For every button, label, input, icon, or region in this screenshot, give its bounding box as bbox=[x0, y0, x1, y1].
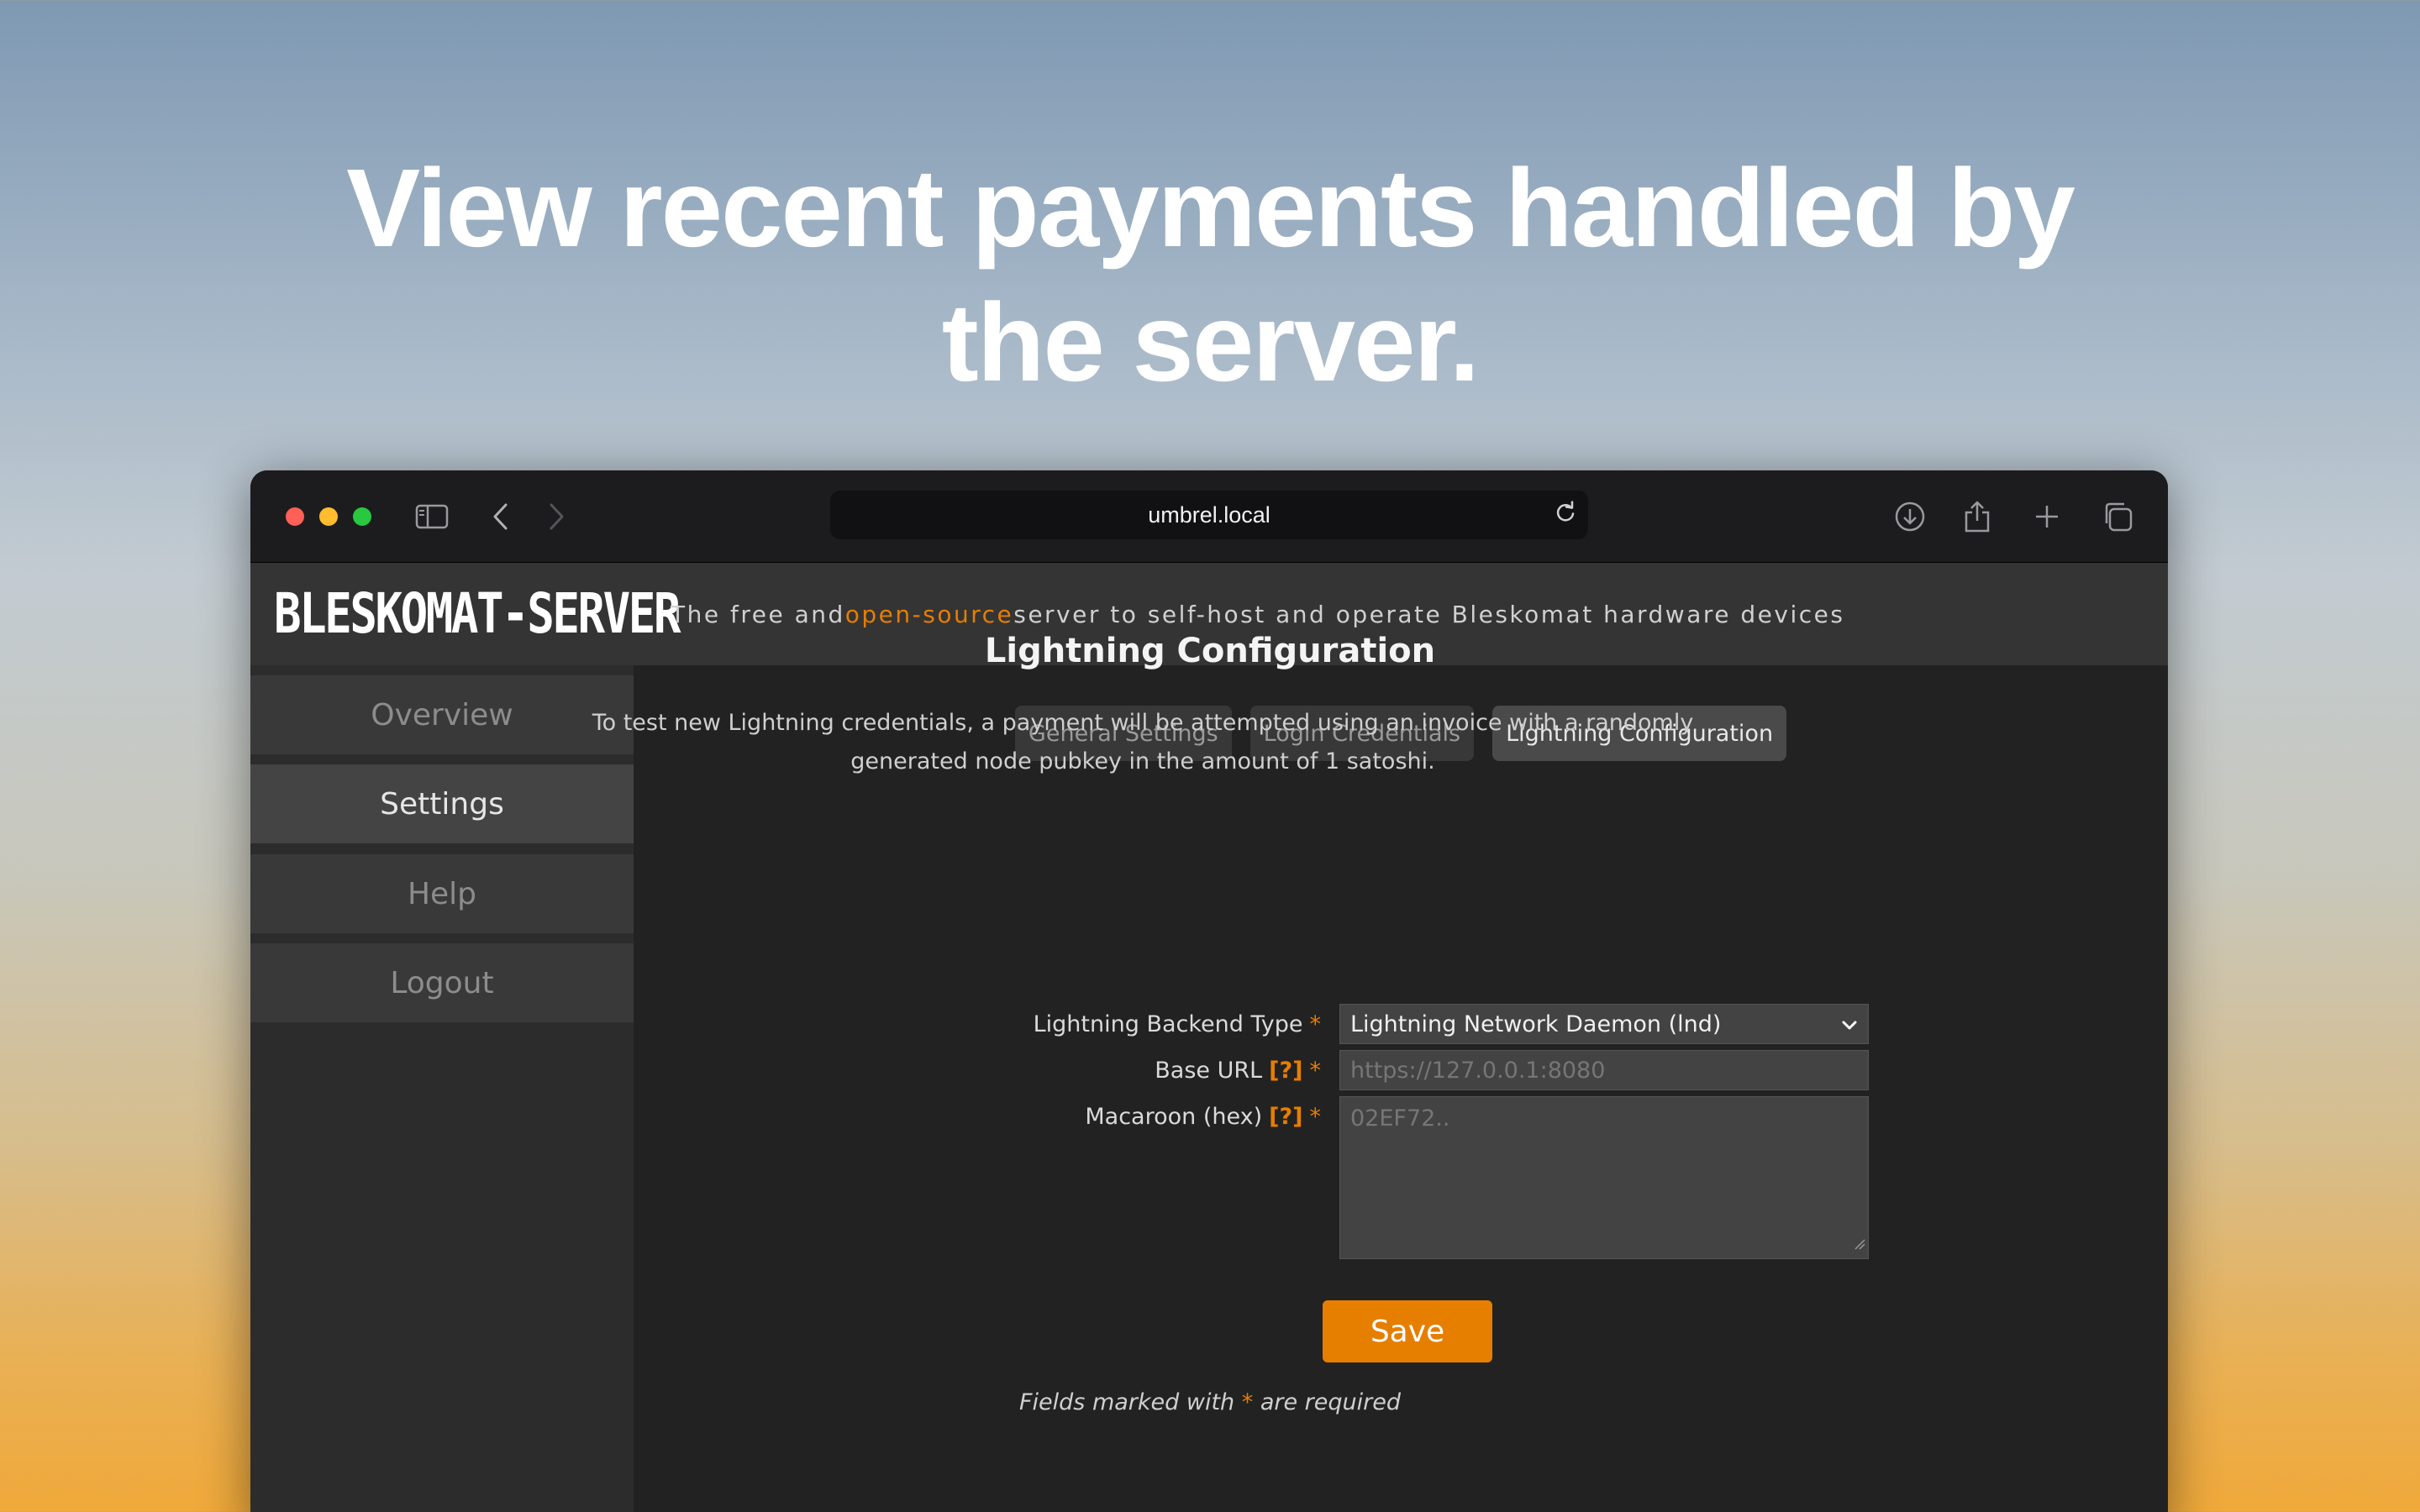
save-button[interactable]: Save bbox=[1323, 1300, 1492, 1362]
required-mark: * bbox=[1309, 1057, 1322, 1084]
tagline-suffix: server to self-host and operate Bleskoma… bbox=[1013, 600, 1845, 628]
footnote-suffix: are required bbox=[1253, 1389, 1401, 1415]
backend-type-label-text: Lightning Backend Type bbox=[1033, 1011, 1303, 1037]
backend-type-label: Lightning Backend Type * bbox=[1034, 1004, 1321, 1044]
url-text: umbrel.local bbox=[1148, 501, 1270, 528]
minimize-window-button[interactable] bbox=[319, 507, 338, 526]
sidebar: Overview Settings Help Logout bbox=[250, 665, 634, 1512]
share-icon[interactable] bbox=[1963, 500, 1991, 533]
macaroon-placeholder: 02EF72.. bbox=[1350, 1105, 1450, 1131]
footnote-required-mark: * bbox=[1241, 1389, 1254, 1415]
close-window-button[interactable] bbox=[286, 507, 304, 526]
macaroon-textarea[interactable]: 02EF72.. bbox=[1339, 1096, 1869, 1259]
address-bar[interactable]: umbrel.local bbox=[830, 491, 1588, 539]
sidebar-item-logout[interactable]: Logout bbox=[250, 943, 634, 1022]
resize-handle-icon[interactable] bbox=[1854, 1230, 1865, 1256]
macaroon-label-text: Macaroon (hex) bbox=[1085, 1103, 1263, 1130]
headline-line-2: the server. bbox=[941, 281, 1480, 404]
reload-icon[interactable] bbox=[1555, 501, 1576, 529]
back-icon[interactable] bbox=[491, 502, 511, 531]
macaroon-label: Macaroon (hex) [?] * bbox=[1085, 1096, 1321, 1137]
footnote-prefix: Fields marked with bbox=[1019, 1389, 1242, 1415]
base-url-label-text: Base URL bbox=[1155, 1057, 1263, 1084]
promo-headline: View recent payments handled by the serv… bbox=[0, 141, 2420, 410]
form-description: To test new Lightning credentials, a pay… bbox=[592, 710, 1694, 774]
maximize-window-button[interactable] bbox=[353, 507, 371, 526]
new-tab-icon[interactable] bbox=[2033, 503, 2060, 530]
base-url-label: Base URL [?] * bbox=[1155, 1050, 1321, 1090]
chevron-down-icon bbox=[1841, 1011, 1858, 1037]
sidebar-icon[interactable] bbox=[415, 504, 449, 529]
headline-line-1: View recent payments handled by bbox=[346, 146, 2075, 270]
required-fields-note: Fields marked with * are required bbox=[0, 1389, 2420, 1415]
base-url-placeholder: https://127.0.0.1:8080 bbox=[1350, 1057, 1606, 1084]
base-url-input[interactable]: https://127.0.0.1:8080 bbox=[1339, 1050, 1869, 1090]
required-mark: * bbox=[1309, 1103, 1322, 1130]
macaroon-help-link[interactable]: [?] bbox=[1269, 1104, 1302, 1130]
tagline-prefix: The free and bbox=[671, 600, 845, 628]
tab-overview-icon[interactable] bbox=[2102, 501, 2133, 533]
forward-icon[interactable] bbox=[546, 502, 566, 531]
backend-type-select[interactable]: Lightning Network Daemon (lnd) bbox=[1339, 1004, 1869, 1044]
sidebar-item-help[interactable]: Help bbox=[250, 854, 634, 933]
form-title: Lightning Configuration bbox=[984, 632, 1436, 670]
browser-titlebar: umbrel.local bbox=[250, 470, 2168, 563]
browser-window: umbrel.local BLESKOMAT-SERVER The free a… bbox=[250, 470, 2168, 1512]
backend-type-value: Lightning Network Daemon (lnd) bbox=[1350, 1011, 1722, 1037]
base-url-help-link[interactable]: [?] bbox=[1269, 1058, 1302, 1084]
download-icon[interactable] bbox=[1894, 501, 1926, 533]
open-source-link[interactable]: open-source bbox=[845, 601, 1013, 628]
required-mark: * bbox=[1309, 1011, 1322, 1037]
